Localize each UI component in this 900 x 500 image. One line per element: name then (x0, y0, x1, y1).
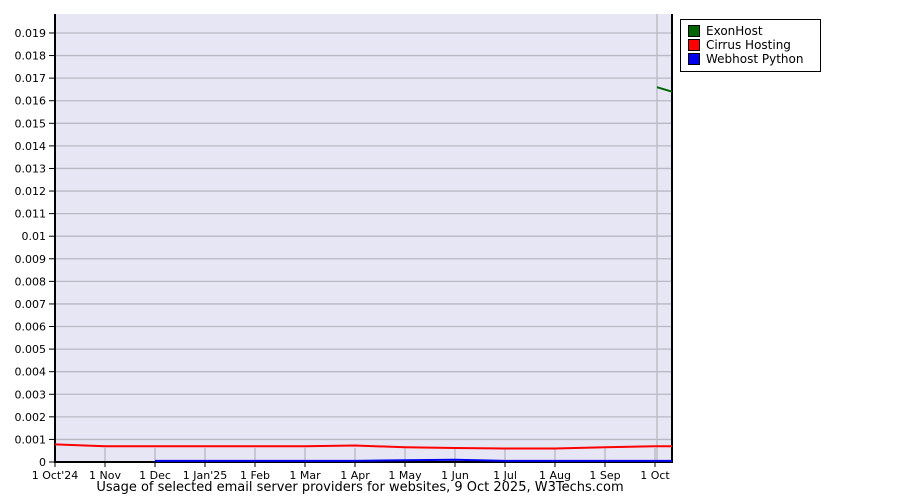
y-tick-label: 0.015 (15, 117, 47, 130)
legend-swatch-exonhost (688, 25, 700, 37)
y-tick-label: 0.011 (15, 208, 47, 221)
legend-label-exonhost: ExonHost (706, 23, 763, 38)
legend-swatch-webhost-python (688, 53, 700, 65)
y-tick-label: 0.019 (15, 27, 47, 40)
legend-swatch-cirrus-hosting (688, 39, 700, 51)
chart-plot: 0 0.001 0.002 0.003 0.004 0.005 0.006 0.007 0.00… (15, 14, 673, 482)
y-tick-label: 0.001 (15, 433, 47, 446)
legend-item-exonhost: ExonHost (688, 24, 814, 38)
legend-label-webhost-python: Webhost Python (706, 51, 804, 66)
y-tick-label: 0.004 (15, 366, 47, 379)
y-tick-label: 0.014 (15, 140, 47, 153)
y-tick-label: 0 (39, 456, 46, 469)
y-tick-label: 0.018 (15, 50, 47, 63)
y-tick-label: 0.012 (15, 185, 47, 198)
legend-item-webhost-python: Webhost Python (688, 52, 814, 66)
y-tick-label: 0.008 (15, 275, 47, 288)
legend-box: ExonHost Cirrus Hosting Webhost Python (680, 19, 821, 72)
chart-title: Usage of selected email server providers… (96, 480, 624, 495)
y-tick-label: 0.009 (15, 253, 47, 266)
y-tick-label: 0.006 (15, 321, 47, 334)
legend-item-cirrus-hosting: Cirrus Hosting (688, 38, 814, 52)
y-tick-label: 0.01 (22, 230, 47, 243)
chart-canvas: 0 0.001 0.002 0.003 0.004 0.005 0.006 0.007 0.00… (0, 0, 900, 500)
y-tick-label: 0.002 (15, 411, 47, 424)
y-tick-label: 0.005 (15, 343, 47, 356)
y-tick-label: 0.017 (15, 72, 47, 85)
y-tick-label: 0.007 (15, 298, 47, 311)
y-tick-label: 0.013 (15, 162, 47, 175)
legend-label-cirrus-hosting: Cirrus Hosting (706, 37, 791, 52)
y-tick-label: 0.003 (15, 388, 47, 401)
y-tick-label: 0.016 (15, 95, 47, 108)
